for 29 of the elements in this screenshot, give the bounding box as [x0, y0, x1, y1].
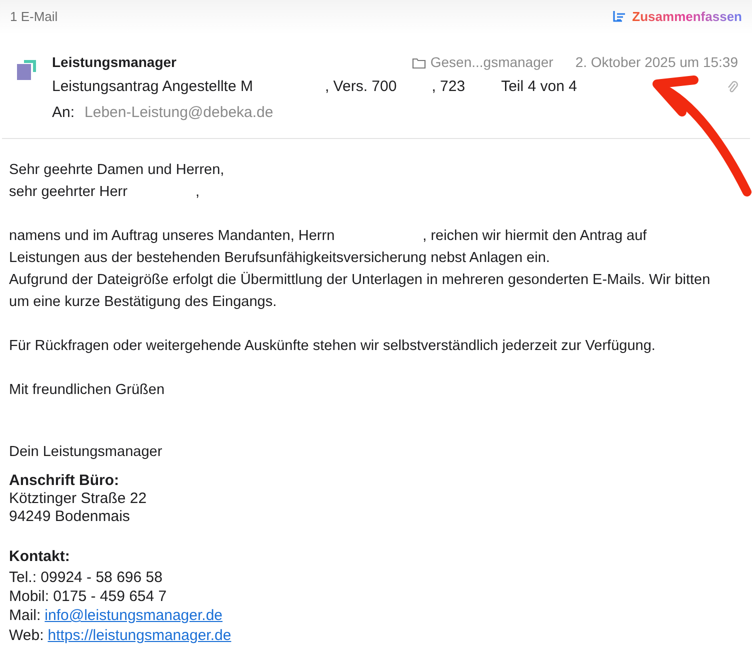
folder-name: Gesen...gsmanager	[430, 53, 554, 72]
closing-line: Mit freundlichen Grüßen	[9, 381, 166, 400]
greeting-line: Sehr geehrte Damen und Herren,	[9, 161, 226, 180]
contact-link[interactable]: https://leistungsmanager.de	[48, 626, 232, 646]
contact-line: Tel.: 09924 - 58 696 58	[9, 568, 164, 587]
to-label: An:	[52, 102, 75, 122]
contact-heading: Kontakt:	[9, 548, 71, 566]
contact-label: Mail:	[9, 606, 41, 626]
greeting-comma: ,	[195, 183, 200, 202]
body-paragraph: Für Rückfragen oder weitergehende Auskünfte stehen wir selbstverständlich jederzeit zur Verfügung.	[9, 337, 656, 356]
subject-text: , Vers. 700	[324, 77, 397, 97]
signature-line: Dein Leistungsmanager	[9, 443, 164, 462]
address-heading: Anschrift Büro:	[9, 472, 120, 490]
contact-link[interactable]: info@leistungsmanager.de	[44, 606, 223, 626]
message-count: 1 E-Mail	[10, 8, 58, 26]
sender-name: Leistungsmanager	[52, 53, 178, 72]
greeting-line: sehr geehrter Herr	[9, 183, 128, 202]
body-paragraph: namens und im Auftrag unseres Mandanten, Herrn , reichen wir hiermit den Antrag auf Leistungen aus der bestehenden Berufsunfähigkeitsversicherung nebst Anlagen ein.	[9, 227, 648, 268]
message-date: 2. Oktober 2025 um 15:39	[575, 53, 738, 72]
subject-text: Teil 4 von 4	[501, 77, 577, 97]
address-line: Kötztinger Straße 22	[9, 490, 148, 508]
subject-text: Leistungsantrag Angestellte M	[52, 77, 253, 97]
body-paragraph: Aufgrund der Dateigröße erfolgt die Übermittlung der Unterlagen in mehreren gesonderten E-Mails. Wir bitten um eine kurze Bestätigung des Eingangs.	[9, 270, 712, 312]
address-line: 94249 Bodenmais	[9, 508, 131, 526]
folder-icon	[412, 56, 426, 68]
contact-line: Mobil: 0175 - 459 654 7	[9, 587, 168, 606]
subject-text: , 723	[432, 77, 466, 97]
recipient-address: Leben-Leistung@debeka.de	[84, 102, 274, 122]
contact-label: Web:	[9, 626, 44, 646]
